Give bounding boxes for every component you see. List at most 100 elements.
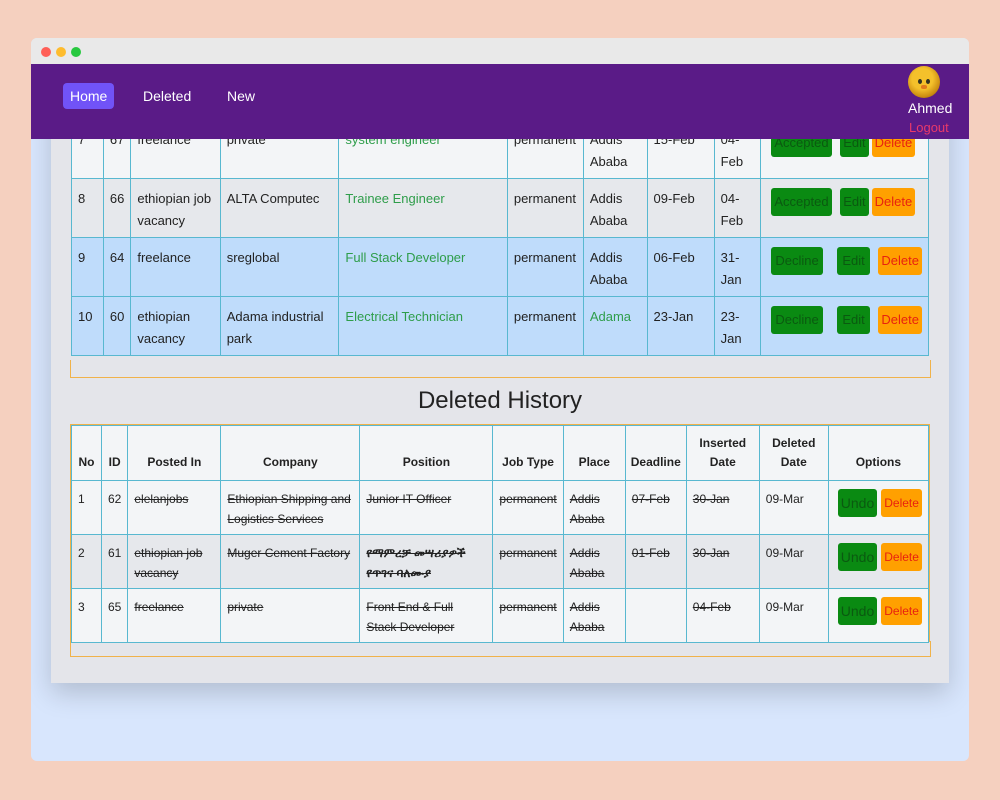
cell-id: 64 (102, 237, 132, 297)
delete-button[interactable]: Delete (881, 543, 922, 571)
cell-no: 8 (71, 178, 104, 238)
table-row: 8 66 ethiopian job vacancy ALTA Computec… (71, 178, 929, 238)
username: Ahmed (908, 100, 953, 116)
maximize-window-button[interactable] (71, 47, 81, 57)
delete-button[interactable]: Delete (878, 247, 922, 275)
accepted-button[interactable]: Accepted (771, 188, 832, 216)
undo-button[interactable]: Undo (837, 597, 878, 625)
undo-button[interactable]: Undo (837, 543, 878, 571)
cell-position: Front End & Full Stack Developer (359, 588, 494, 643)
cell-inserted: 31-Jan (713, 237, 762, 297)
cell-deadline: 06-Feb (646, 237, 715, 297)
cell-deadline (624, 588, 687, 643)
cell-no: 1 (71, 480, 102, 535)
cell-options: Accepted Edit Delete (760, 178, 929, 238)
table-header-row: No ID Posted In Company Position Job Typ… (71, 425, 930, 481)
cell-posted-in: elelanjobs (127, 480, 222, 535)
cell-options: Decline Edit Delete (760, 296, 929, 356)
edit-button[interactable]: Edit (837, 306, 870, 334)
header-no: No (71, 425, 102, 481)
header-id: ID (100, 425, 129, 481)
jobs-table: 7 67 freelance private system engineer p… (71, 119, 929, 356)
jobs-table-frame (70, 360, 931, 378)
cell-company: private (220, 588, 361, 643)
history-frame-bottom (70, 641, 931, 657)
cell-place: Addis Ababa (582, 237, 648, 297)
header-options: Options (827, 425, 930, 481)
delete-button[interactable]: Delete (878, 306, 922, 334)
cell-place: Adama (582, 296, 648, 356)
delete-button[interactable]: Delete (881, 597, 922, 625)
minimize-window-button[interactable] (56, 47, 66, 57)
cell-no: 10 (71, 296, 104, 356)
cell-no: 3 (71, 588, 102, 643)
cell-deadline: 01-Feb (624, 534, 687, 589)
nav-home[interactable]: Home (63, 83, 115, 109)
cell-job-type: permanent (506, 237, 584, 297)
deleted-history-title: Deleted History (417, 387, 583, 414)
header-position: Position (359, 425, 494, 481)
cell-job-type: permanent (492, 480, 564, 535)
cell-position-link[interactable]: Electrical Technician (338, 296, 508, 356)
cell-id: 62 (100, 480, 129, 535)
nav-new[interactable]: New (220, 83, 262, 109)
delete-button[interactable]: Delete (871, 188, 916, 216)
header-company: Company (220, 425, 361, 481)
cell-deadline: 23-Jan (646, 296, 715, 356)
content-panel: 7 67 freelance private system engineer p… (51, 98, 949, 683)
navbar: Home Deleted New Ahmed Logout (31, 64, 969, 139)
cell-posted-in: ethiopian job vacancy (130, 178, 221, 238)
cell-job-type: permanent (492, 588, 564, 643)
header-place: Place (562, 425, 626, 481)
cell-company: ALTA Computec (219, 178, 340, 238)
cell-no: 9 (71, 237, 104, 297)
cell-position: Junior IT Officer (359, 480, 494, 535)
header-posted-in: Posted In (127, 425, 222, 481)
cell-position-link[interactable]: Full Stack Developer (338, 237, 508, 297)
table-row: 9 64 freelance sreglobal Full Stack Deve… (71, 237, 929, 297)
table-row: 1 62 elelanjobs Ethiopian Shipping and L… (71, 480, 930, 535)
edit-button[interactable]: Edit (837, 247, 870, 275)
cell-id: 61 (100, 534, 129, 589)
cell-inserted: 30-Jan (685, 480, 760, 535)
header-inserted-date: Inserted Date (685, 425, 760, 481)
table-row: 3 65 freelance private Front End & Full … (71, 588, 930, 643)
close-window-button[interactable] (41, 47, 51, 57)
decline-button[interactable]: Decline (771, 247, 823, 275)
nav-deleted[interactable]: Deleted (136, 83, 198, 109)
cell-company: Adama industrial park (219, 296, 340, 356)
edit-button[interactable]: Edit (840, 188, 869, 216)
cell-company: sreglobal (219, 237, 340, 297)
cell-position: የማምረቻ መሣሪያዎች የጥገና ባለሙያ (359, 534, 494, 589)
cell-inserted: 30-Jan (685, 534, 760, 589)
title-bar (31, 38, 969, 64)
cell-posted-in: ethiopian vacancy (130, 296, 221, 356)
cell-job-type: permanent (506, 296, 584, 356)
table-row: 2 61 ethiopian job vacancy Muger Cement … (71, 534, 930, 589)
cell-options: Decline Edit Delete (760, 237, 929, 297)
cell-deleted: 09-Mar (758, 480, 829, 535)
header-job-type: Job Type (492, 425, 564, 481)
decline-button[interactable]: Decline (771, 306, 823, 334)
cell-deleted: 09-Mar (758, 588, 829, 643)
table-row: 10 60 ethiopian vacancy Adama industrial… (71, 296, 929, 356)
header-deadline: Deadline (624, 425, 687, 481)
cell-posted-in: ethiopian job vacancy (127, 534, 222, 589)
cell-deadline: 09-Feb (646, 178, 715, 238)
cell-place: Addis Ababa (582, 178, 648, 238)
header-deleted-date: Deleted Date (758, 425, 829, 481)
undo-button[interactable]: Undo (837, 489, 878, 517)
logout-link[interactable]: Logout (909, 120, 949, 135)
cell-place: Addis Ababa (562, 534, 626, 589)
delete-button[interactable]: Delete (881, 489, 922, 517)
cell-place: Addis Ababa (562, 588, 626, 643)
cell-id: 60 (102, 296, 132, 356)
cell-inserted: 23-Jan (713, 296, 762, 356)
cell-place: Addis Ababa (562, 480, 626, 535)
cell-deadline: 07-Feb (624, 480, 687, 535)
cell-no: 2 (71, 534, 102, 589)
avatar[interactable] (908, 66, 940, 98)
cell-inserted: 04-Feb (685, 588, 760, 643)
deleted-history-table: No ID Posted In Company Position Job Typ… (71, 425, 930, 643)
cell-position-link[interactable]: Trainee Engineer (338, 178, 508, 238)
